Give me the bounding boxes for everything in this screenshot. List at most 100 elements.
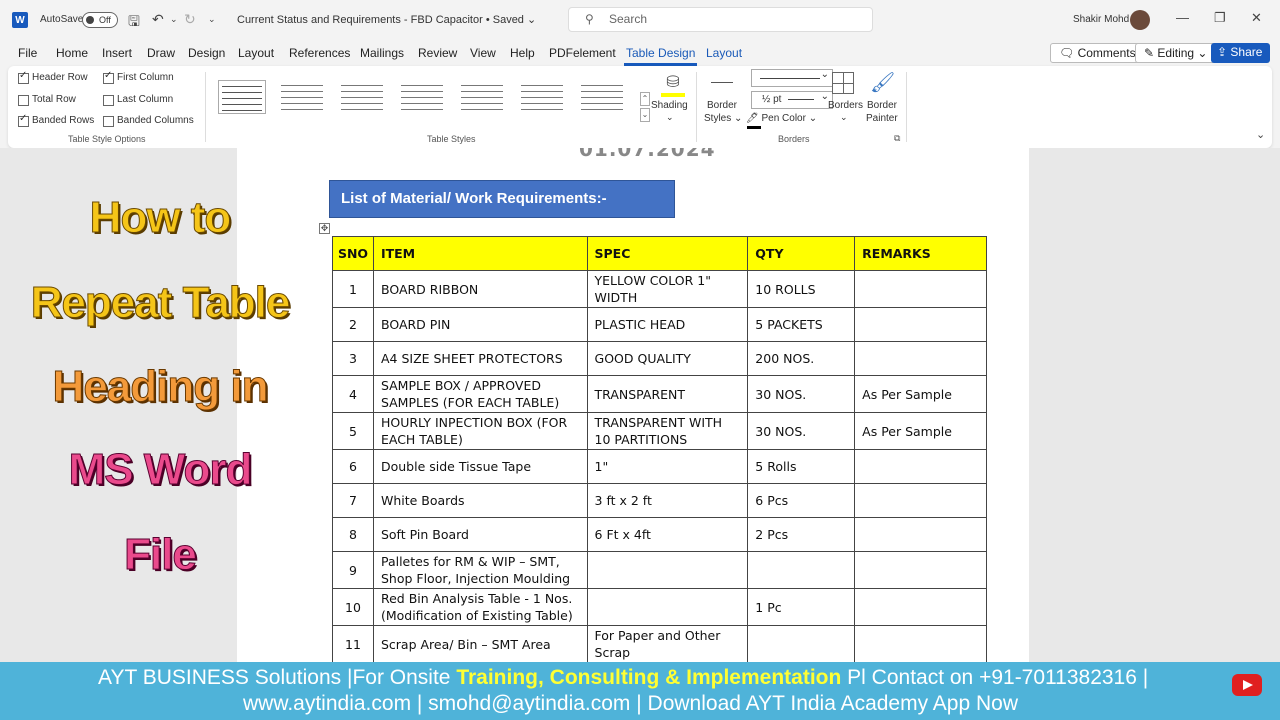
cell-qty[interactable]: 1 Pc: [747, 588, 856, 626]
minimize-icon[interactable]: —: [1176, 10, 1189, 25]
autosave-toggle[interactable]: Off: [82, 12, 118, 28]
tab-review[interactable]: Review: [418, 46, 457, 60]
close-icon[interactable]: ✕: [1251, 10, 1262, 26]
cell-sno[interactable]: 8: [332, 517, 374, 552]
tab-pdfelement[interactable]: PDFelement: [549, 46, 616, 60]
cell-spec[interactable]: YELLOW COLOR 1" WIDTH: [586, 270, 749, 308]
cell-item[interactable]: Soft Pin Board: [372, 517, 588, 552]
banded-rows-checkbox[interactable]: Banded Rows: [18, 113, 94, 127]
dialog-launcher-icon[interactable]: ⧉: [894, 133, 900, 144]
cell-sno[interactable]: 4: [332, 375, 374, 413]
cell-item[interactable]: Double side Tissue Tape: [372, 449, 588, 484]
cell-remarks[interactable]: [854, 270, 987, 308]
undo-icon[interactable]: ↶: [152, 11, 164, 28]
tab-table-layout[interactable]: Layout: [706, 46, 742, 60]
table-style-thumb[interactable]: [578, 80, 626, 114]
user-name[interactable]: Shakir Mohd: [1073, 14, 1129, 25]
shading-button[interactable]: Shading: [651, 100, 688, 111]
border-painter-button[interactable]: Border: [867, 100, 897, 111]
line-style-dropdown[interactable]: [751, 67, 833, 87]
cell-qty[interactable]: 200 NOS.: [747, 341, 856, 376]
tab-design[interactable]: Design: [188, 46, 225, 60]
cell-sno[interactable]: 11: [332, 625, 374, 663]
cell-spec[interactable]: TRANSPARENT: [586, 375, 749, 413]
cell-qty[interactable]: 6 Pcs: [747, 483, 856, 518]
banded-columns-checkbox[interactable]: Banded Columns: [103, 115, 194, 127]
cell-sno[interactable]: 1: [332, 270, 374, 308]
table-style-thumb[interactable]: [458, 80, 506, 114]
cell-qty[interactable]: 5 Rolls: [747, 449, 856, 484]
cell-sno[interactable]: 5: [332, 412, 374, 450]
total-row-checkbox[interactable]: Total Row: [18, 94, 76, 106]
cell-sno[interactable]: 3: [332, 341, 374, 376]
cell-qty[interactable]: 30 NOS.: [747, 375, 856, 413]
tab-layout[interactable]: Layout: [238, 46, 274, 60]
table-style-thumb[interactable]: [218, 80, 266, 114]
cell-item[interactable]: White Boards: [372, 483, 588, 518]
cell-spec[interactable]: [586, 588, 749, 626]
tab-mailings[interactable]: Mailings: [360, 46, 404, 60]
cell-remarks[interactable]: As Per Sample: [854, 412, 987, 450]
header-remarks[interactable]: REMARKS: [854, 236, 987, 271]
cell-spec[interactable]: For Paper and Other Scrap: [586, 625, 749, 663]
cell-item[interactable]: BOARD PIN: [372, 307, 588, 342]
cell-spec[interactable]: 1": [586, 449, 749, 484]
cell-qty[interactable]: 30 NOS.: [747, 412, 856, 450]
cell-item[interactable]: HOURLY INPECTION BOX (FOR EACH TABLE): [372, 412, 588, 450]
cell-item[interactable]: SAMPLE BOX / APPROVED SAMPLES (FOR EACH …: [372, 375, 588, 413]
avatar[interactable]: [1130, 10, 1150, 30]
cell-sno[interactable]: 2: [332, 307, 374, 342]
tab-home[interactable]: Home: [56, 46, 88, 60]
cell-item[interactable]: Scrap Area/ Bin – SMT Area: [372, 625, 588, 663]
tab-references[interactable]: References: [289, 46, 350, 60]
tab-file[interactable]: File: [18, 46, 37, 60]
cell-remarks[interactable]: [854, 483, 987, 518]
border-styles-button[interactable]: Border: [707, 100, 737, 111]
tab-help[interactable]: Help: [510, 46, 535, 60]
cell-remarks[interactable]: As Per Sample: [854, 375, 987, 413]
header-spec[interactable]: SPEC: [586, 236, 749, 271]
cell-sno[interactable]: 6: [332, 449, 374, 484]
table-move-handle-icon[interactable]: ✥: [319, 223, 330, 234]
table-style-thumb[interactable]: [278, 80, 326, 114]
cell-qty[interactable]: 2 Pcs: [747, 517, 856, 552]
save-icon[interactable]: 🖫: [128, 11, 140, 35]
cell-spec[interactable]: 6 Ft x 4ft: [586, 517, 749, 552]
cell-item[interactable]: Red Bin Analysis Table - 1 Nos. (Modific…: [372, 588, 588, 626]
header-row-checkbox[interactable]: Header Row: [18, 70, 88, 84]
table-style-thumb[interactable]: [338, 80, 386, 114]
cell-sno[interactable]: 10: [332, 588, 374, 626]
borders-button[interactable]: Borders: [828, 100, 863, 111]
cell-spec[interactable]: PLASTIC HEAD: [586, 307, 749, 342]
cell-item[interactable]: A4 SIZE SHEET PROTECTORS: [372, 341, 588, 376]
editing-button[interactable]: ✎ Editing ⌄: [1135, 43, 1217, 63]
undo-dropdown-icon[interactable]: ⌄: [170, 14, 178, 25]
requirements-table[interactable]: SNO ITEM SPEC QTY REMARKS 1 BOARD RIBBON…: [332, 236, 987, 663]
cell-remarks[interactable]: [854, 588, 987, 626]
cell-remarks[interactable]: [854, 449, 987, 484]
cell-qty[interactable]: [747, 551, 856, 589]
collapse-ribbon-icon[interactable]: ⌄: [1256, 128, 1265, 141]
document-title[interactable]: Current Status and Requirements - FBD Ca…: [237, 13, 536, 26]
cell-qty[interactable]: 10 ROLLS: [747, 270, 856, 308]
header-item[interactable]: ITEM: [372, 236, 588, 271]
table-style-thumb[interactable]: [398, 80, 446, 114]
tab-draw[interactable]: Draw: [147, 46, 175, 60]
header-sno[interactable]: SNO: [332, 236, 374, 271]
header-qty[interactable]: QTY: [747, 236, 856, 271]
cell-spec[interactable]: [586, 551, 749, 589]
gallery-more-icon[interactable]: ⌄: [640, 108, 650, 122]
tab-insert[interactable]: Insert: [102, 46, 132, 60]
cell-item[interactable]: BOARD RIBBON: [372, 270, 588, 308]
border-painter-icon[interactable]: 🖌: [870, 70, 895, 95]
borders-icon[interactable]: [832, 72, 854, 94]
last-column-checkbox[interactable]: Last Column: [103, 94, 173, 106]
cell-spec[interactable]: GOOD QUALITY: [586, 341, 749, 376]
cell-remarks[interactable]: [854, 517, 987, 552]
cell-sno[interactable]: 7: [332, 483, 374, 518]
cell-remarks[interactable]: [854, 625, 987, 663]
table-style-thumb[interactable]: [518, 80, 566, 114]
chevron-down-icon[interactable]: ⌄: [840, 112, 848, 123]
cell-qty[interactable]: [747, 625, 856, 663]
restore-icon[interactable]: ❐: [1214, 10, 1226, 26]
